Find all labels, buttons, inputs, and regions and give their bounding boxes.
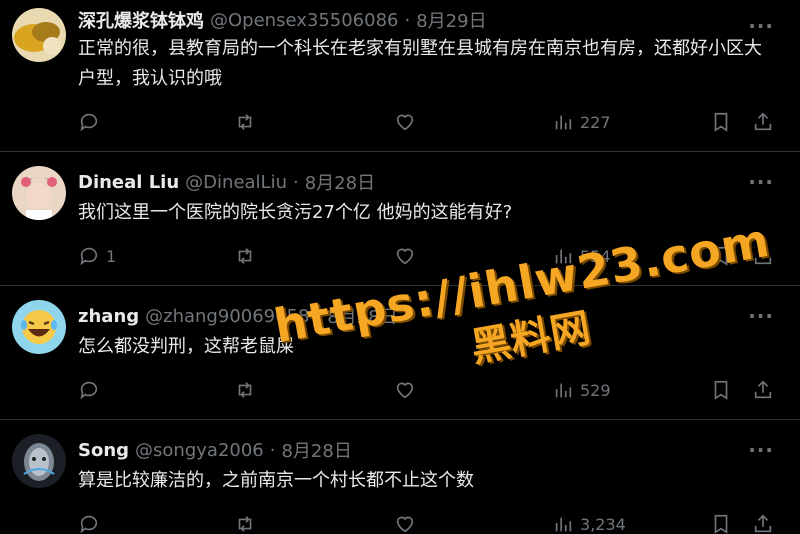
retweet-icon [238, 114, 252, 130]
bookmark-icon [714, 246, 728, 266]
views-count: 554 [580, 246, 611, 266]
tweet-2[interactable]: Dineal Liu @DinealLiu · 8月28日 ··· 我们这里一个… [0, 152, 800, 286]
tweet-3[interactable]: zhang @zhang90069658 · 8月28日 ··· 怎么都没判刑，… [0, 286, 800, 420]
views-count: 529 [580, 380, 611, 400]
action-bar: 529 [78, 377, 778, 403]
display-name[interactable]: Song [78, 440, 129, 461]
tweet-header: zhang @zhang90069658 · 8月28日 [78, 303, 398, 329]
retweet-icon [238, 516, 252, 532]
display-name[interactable]: 深孔爆浆钵钵鸡 [78, 7, 204, 33]
bookmark-icon [714, 380, 728, 400]
heart-icon [396, 248, 414, 265]
retweet-button[interactable] [234, 511, 262, 534]
tweet-text: 算是比较廉洁的，之前南京一个村长都不止这个数 [78, 470, 474, 491]
reply-icon [80, 247, 98, 266]
heart-icon [396, 382, 414, 399]
handle[interactable]: @Opensex35506086 [210, 10, 398, 31]
reply-button[interactable] [78, 511, 106, 534]
more-options-icon[interactable]: ··· [748, 304, 774, 328]
share-icon [754, 514, 772, 533]
reply-feed: 深孔爆浆钵钵鸡 @Opensex35506086 · 8月29日 ··· 正常的… [0, 0, 800, 534]
retweet-button[interactable] [234, 243, 262, 269]
bookmark-button[interactable] [710, 109, 732, 135]
views-chart-icon [555, 115, 572, 130]
share-button[interactable] [752, 109, 774, 135]
tweet-text: 我们这里一个医院的院长贪污27个亿 他妈的这能有好? [78, 202, 513, 223]
share-icon [754, 112, 772, 131]
share-button[interactable] [752, 511, 774, 534]
avatar-image-icon [12, 166, 66, 220]
reply-button[interactable] [78, 377, 106, 403]
reply-icon [80, 381, 98, 400]
views-button[interactable]: 529 [552, 377, 611, 403]
separator-dot: · [315, 305, 322, 327]
bookmark-button[interactable] [710, 243, 732, 269]
avatar[interactable] [12, 300, 66, 354]
action-bar: 3,234 [78, 511, 778, 534]
bookmark-icon [714, 514, 728, 534]
views-chart-icon [555, 517, 572, 532]
like-button[interactable] [394, 109, 422, 135]
like-button[interactable] [394, 377, 422, 403]
laughing-emoji-icon [12, 300, 66, 354]
reply-button[interactable]: 1 [78, 243, 116, 269]
views-count: 227 [580, 112, 611, 132]
bookmark-button[interactable] [710, 377, 732, 403]
bookmark-button[interactable] [710, 511, 732, 534]
avatar[interactable] [12, 166, 66, 220]
separator-dot: · [269, 439, 276, 461]
more-options-icon[interactable]: ··· [748, 170, 774, 194]
separator-dot: · [404, 9, 411, 31]
tweet-text: 正常的很，县教育局的一个科长在老家有别墅在县城有房在南京也有房，还都好小区大户型… [78, 38, 762, 89]
share-button[interactable] [752, 243, 774, 269]
action-bar: 227 [78, 109, 778, 135]
views-chart-icon [555, 383, 572, 398]
avatar-image-icon [12, 434, 66, 488]
reply-icon [80, 113, 98, 132]
heart-icon [396, 516, 414, 533]
handle[interactable]: @songya2006 [135, 440, 264, 461]
like-button[interactable] [394, 243, 422, 269]
retweet-button[interactable] [234, 109, 262, 135]
timestamp[interactable]: 8月28日 [281, 437, 351, 463]
heart-icon [396, 114, 414, 131]
tweet-1[interactable]: 深孔爆浆钵钵鸡 @Opensex35506086 · 8月29日 ··· 正常的… [0, 0, 800, 152]
display-name[interactable]: Dineal Liu [78, 172, 179, 193]
views-button[interactable]: 554 [552, 243, 611, 269]
retweet-icon [238, 382, 252, 398]
more-options-icon[interactable]: ··· [748, 438, 774, 462]
views-chart-icon [555, 249, 572, 264]
handle[interactable]: @zhang90069658 [145, 306, 309, 327]
share-button[interactable] [752, 377, 774, 403]
action-bar: 1 554 [78, 243, 778, 269]
avatar[interactable] [12, 434, 66, 488]
reply-icon [80, 515, 98, 534]
tweet-header: Song @songya2006 · 8月28日 [78, 437, 352, 463]
reply-button[interactable] [78, 109, 106, 135]
display-name[interactable]: zhang [78, 306, 139, 327]
tweet-header: 深孔爆浆钵钵鸡 @Opensex35506086 · 8月29日 [78, 7, 487, 33]
like-button[interactable] [394, 511, 422, 534]
avatar[interactable] [12, 8, 66, 62]
timestamp[interactable]: 8月28日 [327, 303, 397, 329]
avatar-image-icon [12, 8, 66, 62]
tweet-4[interactable]: Song @songya2006 · 8月28日 ··· 算是比较廉洁的，之前南… [0, 420, 800, 534]
share-icon [754, 246, 772, 265]
views-button[interactable]: 3,234 [552, 511, 626, 534]
tweet-header: Dineal Liu @DinealLiu · 8月28日 [78, 169, 375, 195]
views-count: 3,234 [580, 514, 626, 534]
views-button[interactable]: 227 [552, 109, 611, 135]
retweet-icon [238, 248, 252, 264]
handle[interactable]: @DinealLiu [185, 172, 287, 193]
bookmark-icon [714, 112, 728, 132]
separator-dot: · [292, 171, 299, 193]
tweet-text: 怎么都没判刑，这帮老鼠屎 [78, 336, 294, 357]
share-icon [754, 380, 772, 399]
timestamp[interactable]: 8月28日 [305, 169, 375, 195]
timestamp[interactable]: 8月29日 [416, 7, 486, 33]
reply-count: 1 [106, 246, 117, 266]
retweet-button[interactable] [234, 377, 262, 403]
